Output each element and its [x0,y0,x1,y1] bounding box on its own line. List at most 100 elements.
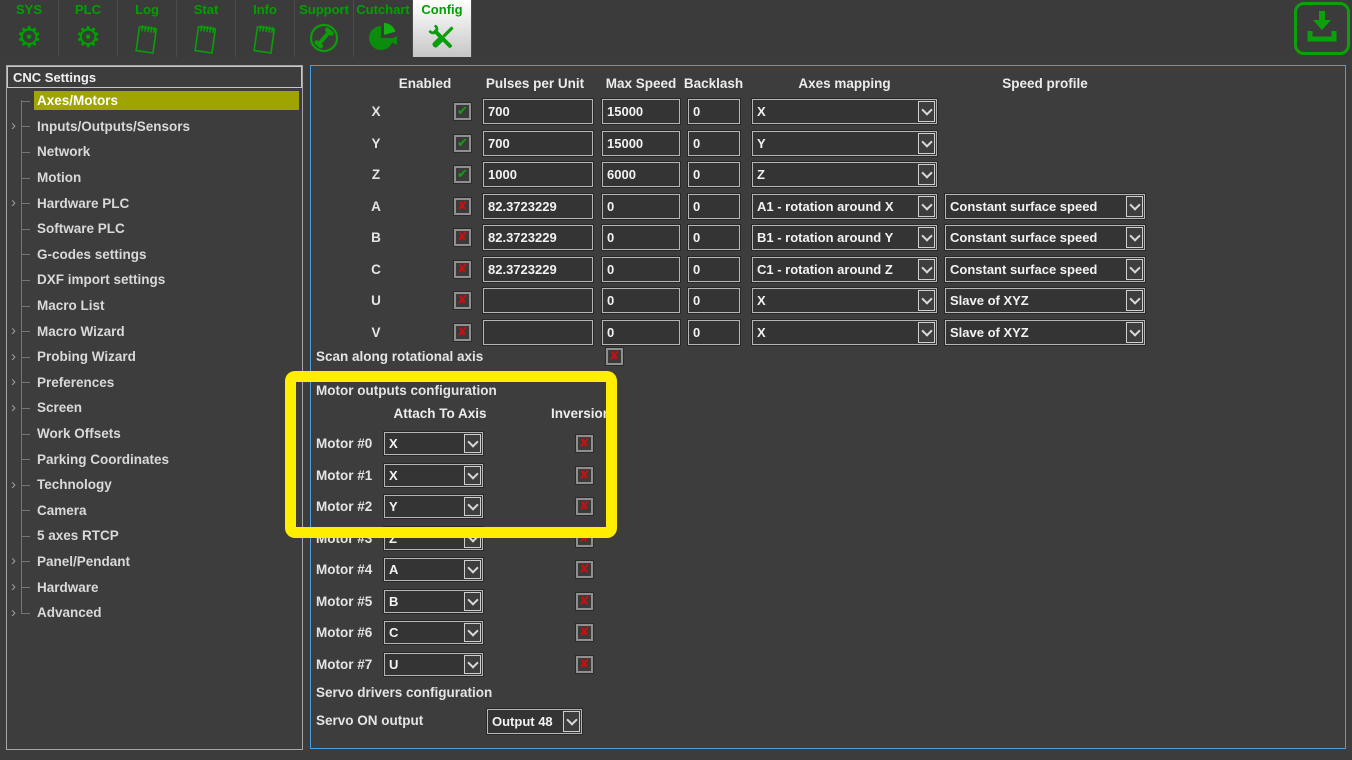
enabled-checkbox-y[interactable]: ✔ [454,135,471,152]
axes-mapping-select-u[interactable]: X [752,288,937,313]
sidebar-item-hardware-plc[interactable]: ›Hardware PLC [7,190,302,216]
chevron-right-icon[interactable]: › [11,323,16,338]
chevron-down-icon[interactable] [1126,196,1143,217]
enabled-checkbox-a[interactable]: ✘ [454,198,471,215]
motor-7-inversion-checkbox[interactable]: ✘ [576,656,593,673]
sidebar-item-macro-wizard[interactable]: ›Macro Wizard [7,318,302,344]
tab-stat[interactable]: Stat [177,0,236,57]
sidebar-item-screen[interactable]: ›Screen [7,395,302,421]
motor-5-axis-select[interactable]: B [384,590,483,613]
max-speed-input-c[interactable] [602,257,680,282]
chevron-right-icon[interactable]: › [11,195,16,210]
sidebar-item-axes-motors[interactable]: Axes/Motors [7,88,302,114]
chevron-down-icon[interactable] [464,529,481,548]
pulses-input-v[interactable] [483,320,593,345]
tab-plc[interactable]: PLC ⚙ [59,0,118,57]
motor-3-axis-select[interactable]: Z [384,527,483,550]
chevron-down-icon[interactable] [464,434,481,453]
sidebar-item-macro-list[interactable]: Macro List [7,293,302,319]
max-speed-input-z[interactable] [602,162,680,187]
chevron-right-icon[interactable]: › [11,579,16,594]
scan-along-rotational-axis-checkbox[interactable]: ✘ [606,348,623,365]
chevron-down-icon[interactable] [1126,290,1143,311]
backlash-input-x[interactable] [688,99,740,124]
chevron-right-icon[interactable]: › [11,118,16,133]
chevron-down-icon[interactable] [1126,259,1143,280]
chevron-down-icon[interactable] [464,655,481,674]
axes-mapping-select-y[interactable]: Y [752,131,937,156]
backlash-input-z[interactable] [688,162,740,187]
chevron-right-icon[interactable]: › [11,476,16,491]
pulses-input-c[interactable] [483,257,593,282]
tab-sys[interactable]: SYS ⚙ [0,0,59,57]
sidebar-item-camera[interactable]: Camera [7,498,302,524]
enabled-checkbox-c[interactable]: ✘ [454,261,471,278]
max-speed-input-x[interactable] [602,99,680,124]
axes-mapping-select-b[interactable]: B1 - rotation around Y [752,225,937,250]
motor-0-axis-select[interactable]: X [384,432,483,455]
sidebar-item-network[interactable]: Network [7,139,302,165]
enabled-checkbox-b[interactable]: ✘ [454,229,471,246]
motor-0-inversion-checkbox[interactable]: ✘ [576,435,593,452]
axes-mapping-select-z[interactable]: Z [752,162,937,187]
sidebar-item-parking-coordinates[interactable]: Parking Coordinates [7,446,302,472]
chevron-down-icon[interactable] [918,259,935,280]
chevron-down-icon[interactable] [918,101,935,122]
max-speed-input-a[interactable] [602,194,680,219]
motor-2-axis-select[interactable]: Y [384,495,483,518]
enabled-checkbox-v[interactable]: ✘ [454,324,471,341]
backlash-input-y[interactable] [688,131,740,156]
axes-mapping-select-a[interactable]: A1 - rotation around X [752,194,937,219]
sidebar-item-motion[interactable]: Motion [7,165,302,191]
enabled-checkbox-x[interactable]: ✔ [454,103,471,120]
sidebar-item-g-codes-settings[interactable]: G-codes settings [7,242,302,268]
chevron-down-icon[interactable] [918,322,935,343]
pulses-input-u[interactable] [483,288,593,313]
motor-6-axis-select[interactable]: C [384,621,483,644]
tab-support[interactable]: Support [295,0,354,57]
motor-4-inversion-checkbox[interactable]: ✘ [576,561,593,578]
sidebar-item-probing-wizard[interactable]: ›Probing Wizard [7,344,302,370]
speed-profile-select-b[interactable]: Constant surface speed [945,225,1145,250]
max-speed-input-y[interactable] [602,131,680,156]
sidebar-item-work-offsets[interactable]: Work Offsets [7,421,302,447]
chevron-down-icon[interactable] [563,711,580,732]
chevron-down-icon[interactable] [464,466,481,485]
max-speed-input-b[interactable] [602,225,680,250]
motor-4-axis-select[interactable]: A [384,558,483,581]
tab-info[interactable]: Info [236,0,295,57]
chevron-right-icon[interactable]: › [11,553,16,568]
backlash-input-c[interactable] [688,257,740,282]
tab-cutchart[interactable]: Cutchart [354,0,413,57]
sidebar-item-inputs-outputs-sensors[interactable]: ›Inputs/Outputs/Sensors [7,114,302,140]
sidebar-item-hardware[interactable]: ›Hardware [7,574,302,600]
enabled-checkbox-z[interactable]: ✔ [454,166,471,183]
sidebar-item-advanced[interactable]: ›Advanced [7,600,302,626]
chevron-down-icon[interactable] [918,133,935,154]
backlash-input-u[interactable] [688,288,740,313]
backlash-input-v[interactable] [688,320,740,345]
motor-6-inversion-checkbox[interactable]: ✘ [576,624,593,641]
speed-profile-select-u[interactable]: Slave of XYZ [945,288,1145,313]
chevron-right-icon[interactable]: › [11,400,16,415]
backlash-input-b[interactable] [688,225,740,250]
pulses-input-z[interactable] [483,162,593,187]
tab-log[interactable]: Log [118,0,177,57]
speed-profile-select-c[interactable]: Constant surface speed [945,257,1145,282]
chevron-right-icon[interactable]: › [11,374,16,389]
sidebar-item-technology[interactable]: ›Technology [7,472,302,498]
chevron-down-icon[interactable] [464,497,481,516]
sidebar-item-software-plc[interactable]: Software PLC [7,216,302,242]
chevron-down-icon[interactable] [1126,227,1143,248]
sidebar-item-dxf-import-settings[interactable]: DXF import settings [7,267,302,293]
enabled-checkbox-u[interactable]: ✘ [454,292,471,309]
backlash-input-a[interactable] [688,194,740,219]
chevron-down-icon[interactable] [918,164,935,185]
sidebar-item-panel-pendant[interactable]: ›Panel/Pendant [7,549,302,575]
servo-on-output-select[interactable]: Output 48 [487,709,582,734]
chevron-down-icon[interactable] [464,560,481,579]
tab-config[interactable]: Config [413,0,472,57]
chevron-down-icon[interactable] [918,227,935,248]
pulses-input-a[interactable] [483,194,593,219]
max-speed-input-v[interactable] [602,320,680,345]
